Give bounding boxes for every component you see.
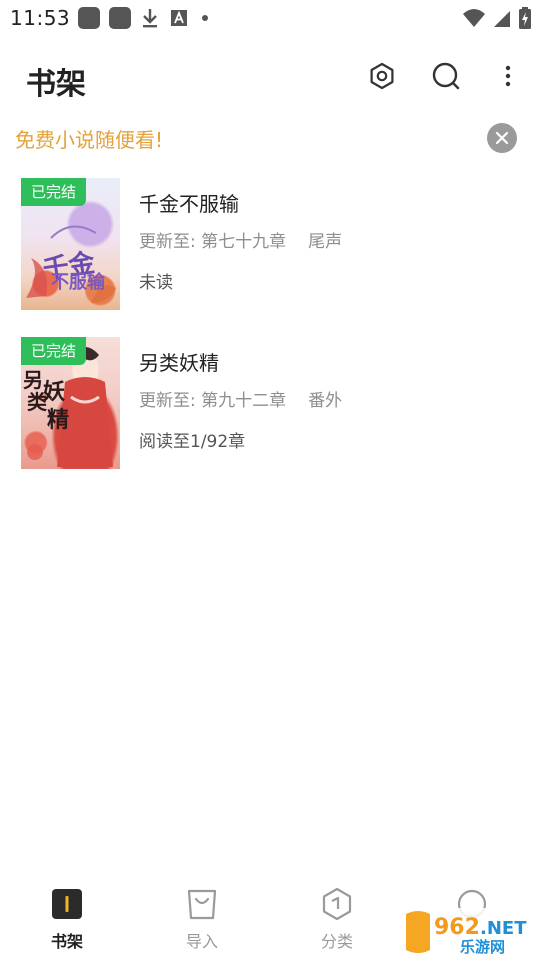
- svg-text:乐游网: 乐游网: [460, 938, 505, 956]
- svg-text:另: 另: [23, 368, 43, 392]
- status-bar: 11:53: [0, 0, 540, 36]
- category-hexagon-icon: [319, 886, 355, 922]
- app-icon: [78, 7, 100, 29]
- app-header: 书架: [0, 44, 540, 110]
- update-chapter: 更新至: 第九十二章: [139, 391, 287, 411]
- svg-text:.NET: .NET: [480, 918, 527, 939]
- page-title: 书架: [26, 67, 86, 102]
- book-update-info: 更新至: 第七十九章 尾声: [139, 227, 342, 252]
- promo-text: 免费小说随便看!: [15, 128, 164, 152]
- svg-text:妖: 妖: [43, 379, 65, 405]
- app-icon: [109, 7, 131, 29]
- search-icon: [432, 62, 460, 90]
- promo-banner[interactable]: 免费小说随便看!: [0, 118, 540, 158]
- reading-progress: 阅读至1/92章: [139, 432, 246, 452]
- close-icon: [495, 131, 509, 145]
- dot-icon: [202, 15, 208, 21]
- more-button[interactable]: [490, 58, 526, 94]
- system-icons: [462, 6, 532, 30]
- svg-text:精: 精: [47, 407, 69, 433]
- watermark-logo: 962 .NET 乐游网: [400, 908, 534, 956]
- nav-item-bookshelf[interactable]: 书架: [27, 886, 107, 956]
- import-bag-icon: [184, 886, 220, 922]
- update-chapter-name: 番外: [308, 391, 343, 411]
- signal-icon: [494, 11, 510, 27]
- nav-label: 分类: [320, 932, 353, 951]
- close-banner-button[interactable]: [487, 123, 517, 153]
- download-icon: [143, 9, 157, 28]
- book-title: 千金不服输: [139, 192, 239, 216]
- nav-label: 书架: [50, 932, 83, 951]
- update-chapter-name: 尾声: [308, 232, 343, 252]
- font-icon: [171, 10, 187, 26]
- book-item[interactable]: 另 类 妖 精 已完结 另类妖精 更新至: 第九十二章 番外 阅读至1/92章: [0, 337, 540, 469]
- book-item[interactable]: 千金 不服输 已完结 千金不服输 更新至: 第七十九章 尾声 未读: [0, 178, 540, 310]
- wifi-icon: [463, 9, 485, 27]
- settings-icon: [370, 62, 394, 90]
- nav-item-import[interactable]: 导入: [162, 886, 242, 956]
- notification-icons: [78, 7, 212, 29]
- battery-icon: [519, 7, 531, 29]
- status-badge: 已完结: [21, 337, 87, 365]
- status-badge: 已完结: [21, 178, 87, 206]
- status-time: 11:53: [10, 6, 71, 30]
- settings-button[interactable]: [364, 58, 400, 94]
- svg-text:962: 962: [434, 915, 480, 940]
- update-chapter: 更新至: 第七十九章: [139, 232, 287, 252]
- nav-label: 导入: [185, 932, 218, 951]
- bookshelf-icon: [49, 886, 85, 922]
- book-list: 千金 不服输 已完结 千金不服输 更新至: 第七十九章 尾声 未读 另 类 妖 精: [0, 178, 540, 496]
- more-icon: [505, 65, 511, 87]
- svg-text:不服输: 不服输: [51, 271, 106, 293]
- reading-progress: 未读: [139, 273, 173, 293]
- search-button[interactable]: [428, 58, 464, 94]
- book-title: 另类妖精: [139, 351, 219, 375]
- nav-item-category[interactable]: 分类: [297, 886, 377, 956]
- book-update-info: 更新至: 第九十二章 番外: [139, 386, 342, 411]
